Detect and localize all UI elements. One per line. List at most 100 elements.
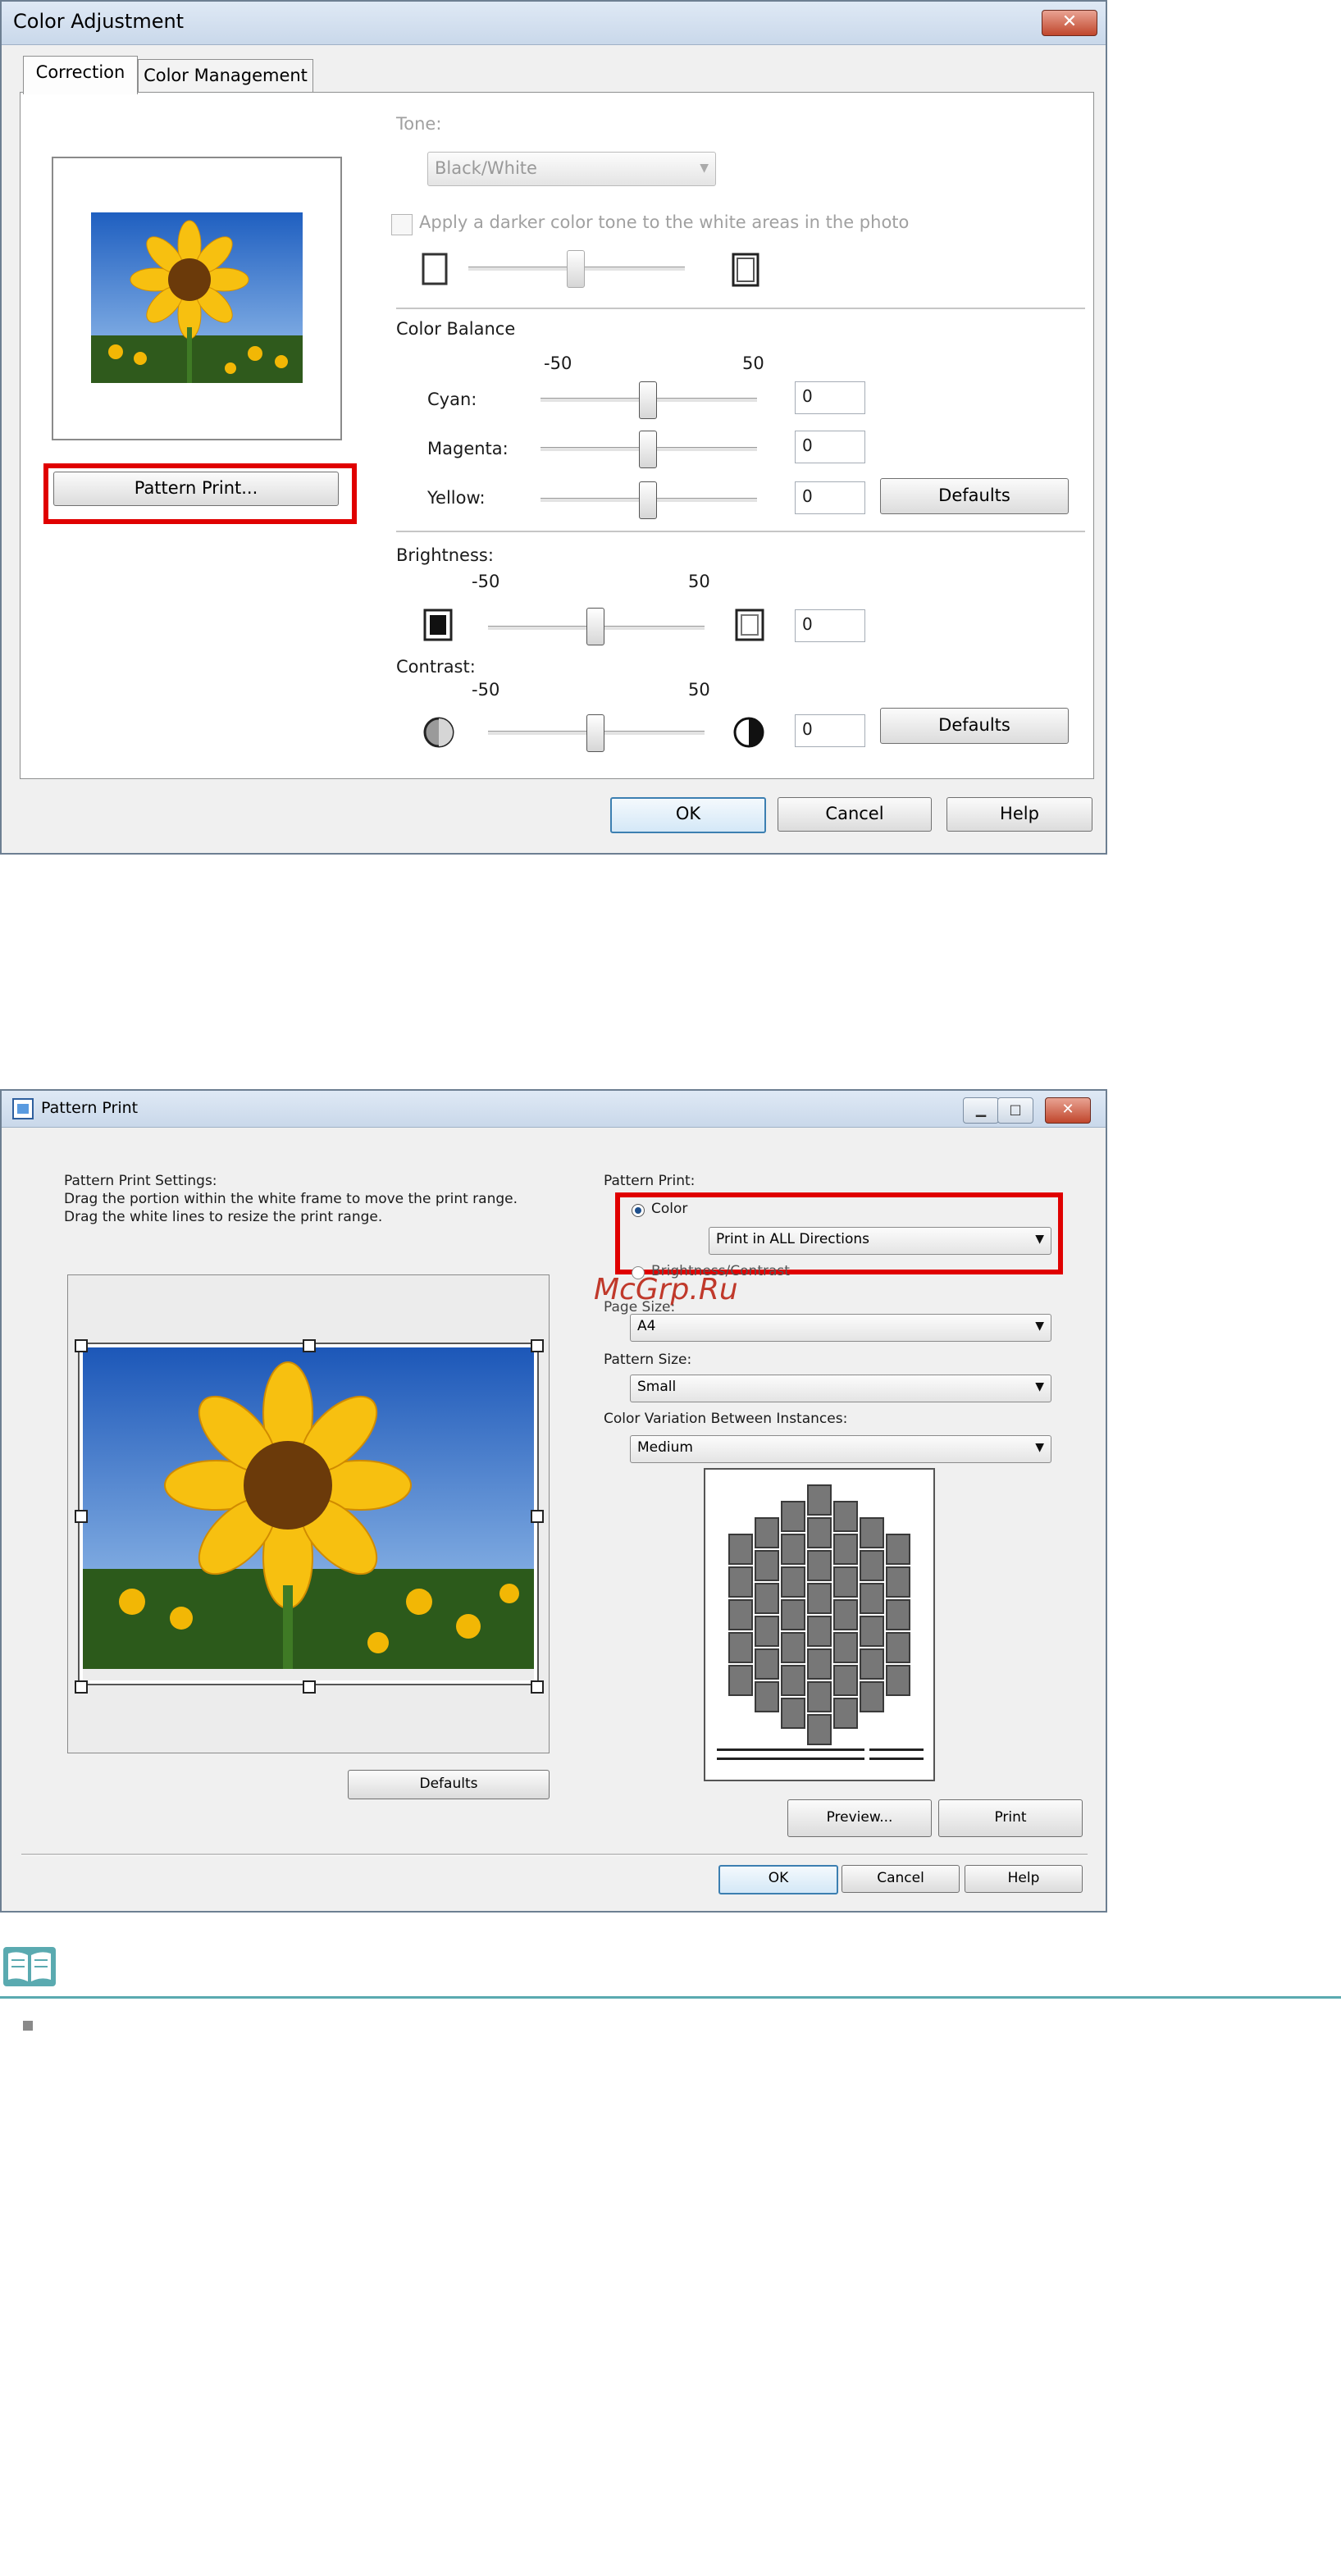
chevron-down-icon: ▼ — [1035, 1380, 1044, 1393]
close-button[interactable]: ✕ — [1042, 10, 1097, 36]
title-bar[interactable]: Color Adjustment ✕ — [2, 2, 1106, 45]
magenta-value-field[interactable]: 0 — [795, 431, 865, 463]
pattern-cell — [833, 1501, 858, 1532]
brightness-scale-min: -50 — [472, 572, 500, 591]
help-button[interactable]: Help — [965, 1865, 1083, 1893]
dark-page-icon — [732, 253, 759, 287]
pattern-cell — [886, 1566, 910, 1598]
resize-handle[interactable] — [531, 1680, 544, 1694]
instruction-resize: Drag the white lines to resize the print… — [64, 1209, 383, 1225]
pattern-cell — [860, 1583, 884, 1614]
sunflower-image — [91, 212, 303, 383]
pattern-cell — [781, 1698, 805, 1729]
yellow-slider-thumb[interactable] — [639, 481, 657, 519]
brightness-contrast-defaults-button[interactable]: Defaults — [880, 708, 1069, 744]
dark-brightness-icon — [423, 609, 453, 641]
color-variation-select[interactable]: Medium ▼ — [630, 1435, 1051, 1463]
close-button[interactable]: ✕ — [1045, 1097, 1091, 1124]
magenta-slider-thumb[interactable] — [639, 431, 657, 468]
pattern-cell — [833, 1599, 858, 1630]
color-adjustment-dialog: Color Adjustment ✕ Correction Color Mana… — [0, 0, 1107, 855]
title-bar[interactable]: Pattern Print ▁ □ ✕ — [2, 1091, 1106, 1128]
pattern-cell — [755, 1648, 779, 1680]
cancel-button[interactable]: Cancel — [842, 1865, 960, 1893]
high-contrast-icon — [733, 717, 764, 748]
cyan-value-field[interactable]: 0 — [795, 381, 865, 414]
note-book-icon — [3, 1947, 56, 1986]
highlight-box — [43, 463, 357, 524]
separator — [396, 308, 1085, 310]
pattern-cell — [755, 1517, 779, 1548]
pattern-size-select[interactable]: Small ▼ — [630, 1375, 1051, 1402]
print-button[interactable]: Print — [938, 1799, 1083, 1837]
cyan-slider-thumb[interactable] — [639, 381, 657, 419]
maximize-button[interactable]: □ — [997, 1097, 1033, 1124]
color-balance-defaults-button[interactable]: Defaults — [880, 478, 1069, 514]
page-size-select[interactable]: A4 ▼ — [630, 1314, 1051, 1342]
pattern-cell — [860, 1550, 884, 1581]
page-size-label: Page Size: — [604, 1299, 676, 1315]
pattern-size-label: Pattern Size: — [604, 1352, 692, 1368]
pattern-cell — [781, 1534, 805, 1565]
pattern-cell — [833, 1665, 858, 1696]
tone-label: Tone: — [396, 114, 442, 134]
tone-select[interactable]: Black/White ▼ — [427, 152, 716, 186]
tone-select-value: Black/White — [435, 158, 537, 178]
pattern-cell — [781, 1665, 805, 1696]
tab-correction[interactable]: Correction — [23, 56, 138, 94]
pattern-cell — [860, 1681, 884, 1712]
pattern-preview — [704, 1468, 935, 1781]
color-variation-select-value: Medium — [637, 1439, 693, 1456]
print-range-area[interactable] — [67, 1274, 550, 1753]
pattern-cell — [728, 1534, 753, 1565]
dialog-title: Color Adjustment — [13, 10, 185, 33]
ok-button[interactable]: OK — [610, 797, 766, 833]
chevron-down-icon: ▼ — [700, 162, 709, 175]
pattern-cell — [860, 1648, 884, 1680]
resize-handle[interactable] — [75, 1510, 88, 1523]
resize-handle[interactable] — [531, 1510, 544, 1523]
chevron-down-icon: ▼ — [1035, 1320, 1044, 1333]
brightness-value-field[interactable]: 0 — [795, 609, 865, 642]
contrast-slider-thumb[interactable] — [586, 714, 604, 752]
contrast-value-field[interactable]: 0 — [795, 714, 865, 747]
range-defaults-button[interactable]: Defaults — [348, 1770, 550, 1799]
color-balance-label: Color Balance — [396, 319, 516, 339]
color-variation-label: Color Variation Between Instances: — [604, 1411, 848, 1427]
pattern-cell — [886, 1534, 910, 1565]
separator — [21, 1853, 1088, 1856]
resize-handle[interactable] — [531, 1339, 544, 1352]
print-range-frame[interactable] — [78, 1343, 539, 1685]
chevron-down-icon: ▼ — [1035, 1441, 1044, 1454]
pattern-cell — [728, 1632, 753, 1663]
balance-scale-max: 50 — [742, 353, 764, 373]
pattern-cell — [886, 1632, 910, 1663]
resize-handle[interactable] — [303, 1680, 316, 1694]
pattern-cell — [755, 1583, 779, 1614]
resize-handle[interactable] — [75, 1680, 88, 1694]
pattern-cell — [781, 1566, 805, 1598]
cancel-button[interactable]: Cancel — [778, 797, 932, 832]
minimize-button[interactable]: ▁ — [963, 1097, 999, 1124]
brightness-slider-thumb[interactable] — [586, 608, 604, 645]
resize-handle[interactable] — [75, 1339, 88, 1352]
pattern-cell — [807, 1714, 832, 1745]
ok-button[interactable]: OK — [718, 1865, 838, 1894]
darker-tone-checkbox[interactable] — [391, 214, 413, 235]
pattern-cell — [833, 1632, 858, 1663]
pattern-cell — [833, 1534, 858, 1565]
tab-color-management[interactable]: Color Management — [138, 59, 313, 93]
resize-handle[interactable] — [303, 1339, 316, 1352]
pattern-cell — [860, 1616, 884, 1647]
pattern-cell — [807, 1583, 832, 1614]
yellow-value-field[interactable]: 0 — [795, 481, 865, 514]
footer-lines — [717, 1748, 864, 1760]
preview-button[interactable]: Preview... — [787, 1799, 932, 1837]
instruction-move: Drag the portion within the white frame … — [64, 1191, 518, 1207]
pattern-cell — [728, 1566, 753, 1598]
help-button[interactable]: Help — [946, 797, 1092, 832]
tone-slider-thumb[interactable] — [567, 250, 585, 288]
settings-title: Pattern Print Settings: — [64, 1173, 217, 1189]
pattern-cell — [807, 1550, 832, 1581]
pattern-cell — [807, 1616, 832, 1647]
